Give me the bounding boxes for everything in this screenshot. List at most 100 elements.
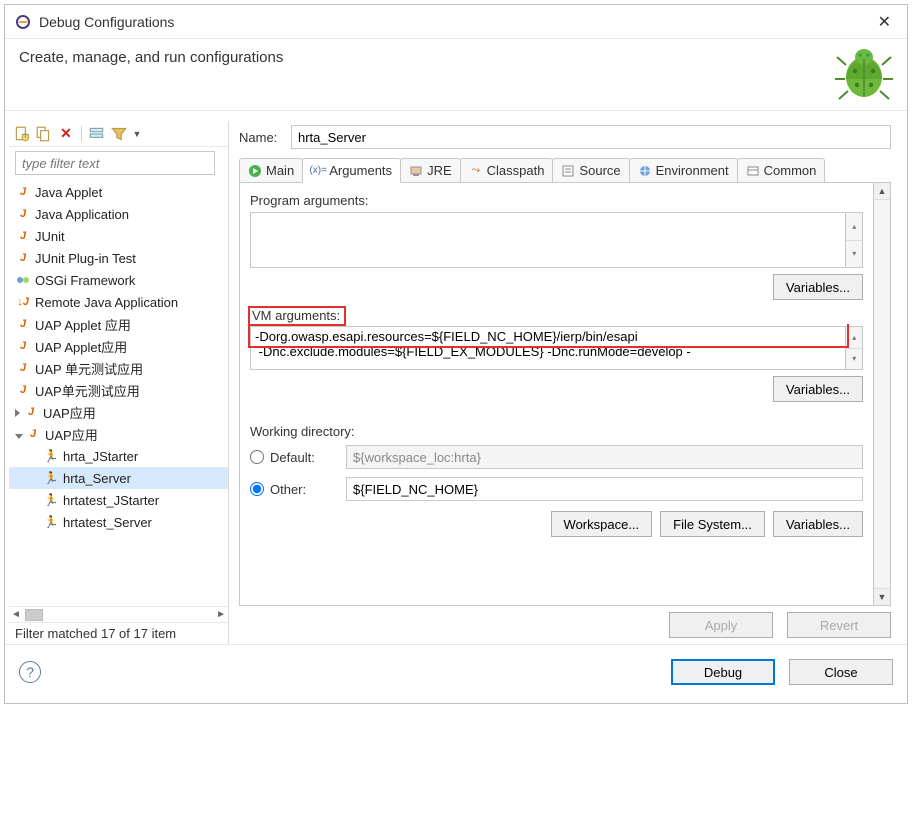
wd-filesystem-button[interactable]: File System... (660, 511, 765, 537)
vm-args-label: VM arguments: (252, 308, 340, 323)
tree-item[interactable]: 🏃hrta_JStarter (9, 445, 228, 467)
scroll-track[interactable] (874, 200, 890, 588)
wd-variables-button[interactable]: Variables... (773, 511, 863, 537)
name-input[interactable] (291, 125, 891, 149)
name-row: Name: (239, 123, 891, 151)
close-button[interactable]: Close (789, 659, 893, 685)
apply-button[interactable]: Apply (669, 612, 773, 638)
tree-item[interactable]: JJUnit (9, 225, 228, 247)
tab-main[interactable]: Main (239, 158, 303, 182)
tree-item[interactable]: JUAP Applet应用 (9, 335, 228, 357)
spinner-up-icon[interactable]: ▴ (846, 213, 862, 241)
scroll-right-arrow-icon[interactable]: ► (214, 609, 228, 620)
filter-input[interactable] (15, 151, 215, 175)
vm-args-section: VM arguments: -Dorg.owasp.esapi.resource… (250, 322, 863, 402)
tree-item-label: hrtatest_JStarter (63, 493, 159, 508)
cp-icon: ⤳ (469, 164, 483, 178)
tree-item-label: UAP应用 (45, 425, 98, 444)
left-toolbar: + ✕ ▼ (9, 121, 228, 147)
new-config-icon[interactable]: + (13, 125, 31, 143)
working-dir-section: Working directory: Default: Other: (250, 424, 863, 537)
program-args-variables-button[interactable]: Variables... (773, 274, 863, 300)
tab-arguments[interactable]: (x)= Arguments (302, 158, 401, 183)
tabstrip: Main (x)= Arguments JRE⤳Classpath Source Envi… (239, 157, 891, 183)
tab-jre[interactable]: JRE (400, 158, 461, 182)
tree-item[interactable]: ↓JRemote Java Application (9, 291, 228, 313)
spinner-down-icon[interactable]: ▾ (846, 241, 862, 268)
play-icon (248, 164, 262, 178)
right-panel: Name: Main (x)= Arguments JRE⤳Classpath Sour… (229, 121, 897, 644)
wd-default-radio[interactable] (250, 450, 264, 464)
scroll-left-arrow-icon[interactable]: ◄ (9, 609, 23, 620)
tree-item-label: JUnit Plug-in Test (35, 251, 136, 266)
tree-item-label: UAP 单元测试应用 (35, 359, 143, 378)
wd-other-input[interactable] (346, 477, 863, 501)
dropdown-arrow-icon[interactable]: ▼ (132, 125, 142, 143)
debug-config-window: Debug Configurations ✕ Create, manage, a… (4, 4, 908, 704)
scroll-up-arrow-icon[interactable]: ▲ (874, 183, 890, 200)
tab-common[interactable]: Common (737, 158, 826, 182)
tree-item-label: hrtatest_Server (63, 515, 152, 530)
scroll-down-arrow-icon[interactable]: ▼ (874, 588, 890, 605)
tree-item[interactable]: OSGi Framework (9, 269, 228, 291)
filter-status-text: Filter matched 17 of 17 item (9, 622, 228, 644)
tree-item-label: UAP应用 (43, 403, 96, 422)
tree-item[interactable]: JUAP 单元测试应用 (9, 357, 228, 379)
wd-other-radio[interactable] (250, 482, 264, 496)
tree-item-label: Java Applet (35, 185, 102, 200)
spinner-down-icon[interactable]: ▾ (846, 349, 862, 370)
args-icon: (x)= (311, 164, 325, 178)
tree-item[interactable]: JUAP应用 (9, 423, 228, 445)
wd-workspace-button[interactable]: Workspace... (551, 511, 653, 537)
arguments-panel: Program arguments: ▴ ▾ Variables... VM (239, 183, 874, 606)
tab-label: Source (579, 163, 620, 178)
scroll-thumb[interactable] (25, 609, 43, 621)
program-args-textarea[interactable] (250, 212, 846, 268)
vm-args-textarea[interactable]: -Dorg.owasp.esapi.resources=${FIELD_NC_H… (250, 326, 846, 370)
tab-source[interactable]: Source (552, 158, 629, 182)
tab-label: Common (764, 163, 817, 178)
window-title: Debug Configurations (39, 14, 872, 30)
revert-button[interactable]: Revert (787, 612, 891, 638)
vm-args-variables-button[interactable]: Variables... (773, 376, 863, 402)
tree-item[interactable]: JJava Applet (9, 181, 228, 203)
tree-horizontal-scrollbar[interactable]: ◄ ► (9, 606, 228, 622)
tab-classpath[interactable]: ⤳Classpath (460, 158, 554, 182)
tab-label: Environment (656, 163, 729, 178)
src-icon (561, 164, 575, 178)
tree-item[interactable]: JUAP Applet 应用 (9, 313, 228, 335)
delete-config-icon[interactable]: ✕ (57, 125, 75, 143)
tree-item[interactable]: JJUnit Plug-in Test (9, 247, 228, 269)
config-tree[interactable]: JJava AppletJJava ApplicationJJUnitJJUni… (9, 179, 228, 606)
tree-item-label: UAP Applet 应用 (35, 315, 131, 334)
tab-label: Arguments (329, 163, 392, 178)
header-title: Create, manage, and run configurations (19, 49, 283, 66)
env-icon (638, 164, 652, 178)
tree-item[interactable]: 🏃hrtatest_JStarter (9, 489, 228, 511)
tree-item[interactable]: 🏃hrta_Server (9, 467, 228, 489)
tree-item[interactable]: JUAP单元测试应用 (9, 379, 228, 401)
debug-button[interactable]: Debug (671, 659, 775, 685)
wd-other-row: Other: (250, 475, 863, 503)
apply-revert-row: Apply Revert (239, 606, 891, 644)
tab-label: Main (266, 163, 294, 178)
tree-item-label: UAP Applet应用 (35, 337, 127, 356)
tree-item-label: hrta_Server (63, 471, 131, 486)
collapse-all-icon[interactable] (88, 125, 106, 143)
wd-default-row: Default: (250, 443, 863, 471)
tree-item[interactable]: JJava Application (9, 203, 228, 225)
wd-other-label: Other: (270, 482, 340, 497)
tree-item[interactable]: 🏃hrtatest_Server (9, 511, 228, 533)
spinner-up-icon[interactable]: ▴ (846, 327, 862, 349)
tree-item[interactable]: JUAP应用 (9, 401, 228, 423)
panel-vertical-scrollbar[interactable]: ▲ ▼ (874, 183, 891, 606)
filter-icon[interactable] (110, 125, 128, 143)
tab-environment[interactable]: Environment (629, 158, 738, 182)
close-icon[interactable]: ✕ (872, 12, 897, 32)
duplicate-config-icon[interactable] (35, 125, 53, 143)
svg-text:+: + (21, 127, 30, 142)
eclipse-icon (15, 14, 31, 30)
vm-args-spinner: ▴ ▾ (846, 326, 863, 370)
help-icon[interactable]: ? (19, 661, 41, 683)
tab-panel-wrap: Program arguments: ▴ ▾ Variables... VM (239, 183, 891, 606)
